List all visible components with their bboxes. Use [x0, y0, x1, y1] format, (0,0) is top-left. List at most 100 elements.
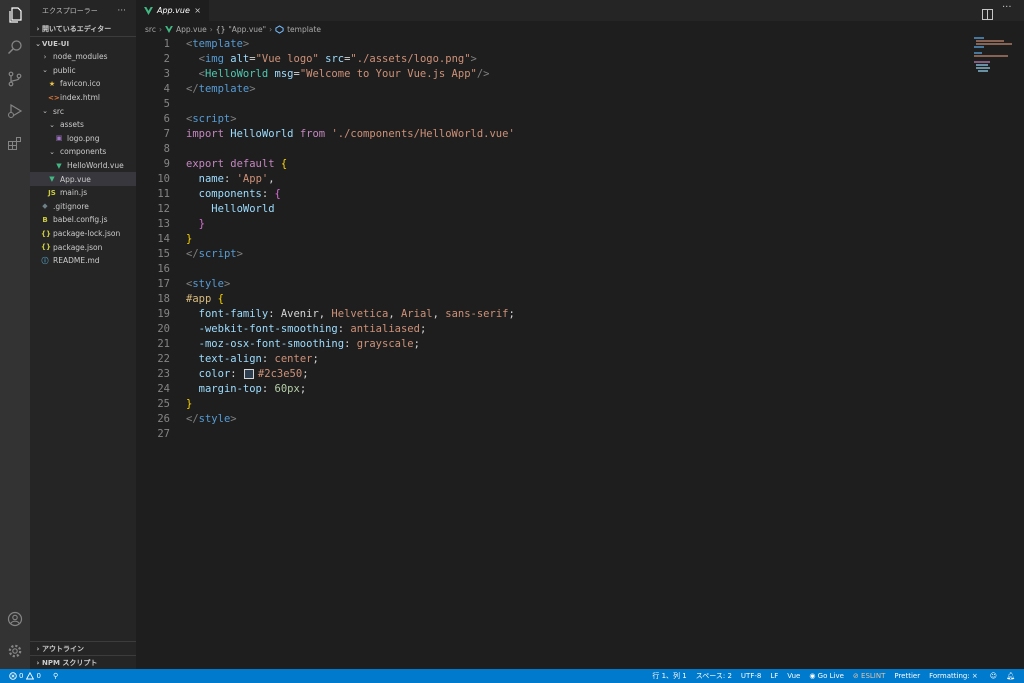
- code-token: src: [325, 53, 345, 65]
- minimap[interactable]: [972, 37, 1020, 77]
- breadcrumb-src[interactable]: src: [145, 25, 156, 34]
- code-token: HelloWorld: [211, 203, 275, 215]
- chevron-right-icon: ›: [36, 25, 40, 33]
- indentation[interactable]: スペース: 2: [696, 671, 732, 681]
- code-token: -moz-osx-font-smoothing: [198, 338, 345, 350]
- sidebar-bottom-sections: › アウトライン › NPM スクリプト: [30, 641, 136, 669]
- tree-item[interactable]: ⌄ public: [30, 64, 136, 78]
- tree-item[interactable]: <> index.html: [30, 91, 136, 105]
- file-tree: › node_modules ⌄ public ★ favicon.ico <> index.…: [30, 50, 136, 268]
- npm-scripts-section[interactable]: › NPM スクリプト: [30, 655, 136, 669]
- code-token: :: [261, 353, 275, 365]
- warning-count: 0: [36, 672, 41, 680]
- cursor-position[interactable]: 行 1、列 1: [652, 671, 686, 681]
- language-mode[interactable]: Vue: [787, 672, 800, 680]
- end-of-line[interactable]: LF: [770, 672, 778, 680]
- code-token: :: [261, 383, 275, 395]
- breadcrumb-component[interactable]: "App.vue": [228, 25, 266, 34]
- code-token: ;: [413, 338, 420, 350]
- code-text: color: #2c3e50;: [186, 367, 309, 382]
- search-icon[interactable]: [5, 37, 25, 57]
- breadcrumb-template[interactable]: template: [287, 25, 321, 34]
- extensions-icon[interactable]: [5, 133, 25, 153]
- tab-close-icon[interactable]: ×: [194, 6, 201, 15]
- chevron-right-icon: ›: [158, 24, 162, 34]
- code-token: : Avenir,: [268, 308, 332, 320]
- tab-app-vue[interactable]: App.vue ×: [136, 0, 209, 21]
- chevron-right-icon: ›: [36, 658, 40, 667]
- blocked-icon: ⊘: [852, 672, 859, 680]
- code-token: {: [217, 293, 224, 305]
- code-text: components: {: [186, 187, 281, 202]
- outline-label: アウトライン: [42, 644, 84, 653]
- account-icon[interactable]: [5, 609, 25, 629]
- code-token: ;: [508, 308, 515, 320]
- run-debug-icon[interactable]: [5, 101, 25, 121]
- line-number: 16: [157, 263, 170, 275]
- tree-item[interactable]: Bbabel.config.js: [30, 213, 136, 227]
- more-actions-icon[interactable]: ···: [117, 6, 126, 16]
- code-token: ;: [299, 383, 307, 395]
- vue-file-icon: [165, 25, 173, 33]
- tree-item[interactable]: ◆ .gitignore: [30, 200, 136, 214]
- git-icon: ◆: [42, 202, 48, 211]
- tree-item[interactable]: {} package.json: [30, 240, 136, 254]
- code-token: ,: [268, 173, 275, 185]
- code-token: export: [186, 158, 224, 170]
- json-icon: {}: [41, 229, 51, 238]
- code-token: sans-serif: [445, 308, 509, 320]
- color-swatch[interactable]: [243, 369, 254, 379]
- open-editors-section[interactable]: › 開いているエディター: [30, 22, 136, 36]
- code-token: }: [198, 218, 205, 230]
- go-live-button[interactable]: ◉ Go Live: [809, 672, 844, 680]
- line-number: 15: [157, 248, 170, 260]
- tree-item[interactable]: ⓘ README.md: [30, 254, 136, 268]
- line-number: 6: [163, 113, 170, 125]
- code-token: default: [230, 158, 275, 170]
- prettier-status[interactable]: Prettier: [894, 672, 920, 680]
- code-token: script: [192, 113, 231, 125]
- tree-item[interactable]: ▼ HelloWorld.vue: [30, 159, 136, 173]
- code-editor[interactable]: 1 <template> 2 <img alt="Vue logo" src="./…: [136, 37, 1024, 669]
- tree-item[interactable]: ⌄ components: [30, 145, 136, 159]
- outline-section[interactable]: › アウトライン: [30, 641, 136, 655]
- tree-item[interactable]: › node_modules: [30, 50, 136, 64]
- settings-gear-icon[interactable]: [5, 641, 25, 661]
- chevron-right-icon: ›: [269, 24, 273, 34]
- tree-item[interactable]: JS main.js: [30, 186, 136, 200]
- tree-item[interactable]: ▼ App.vue: [30, 172, 136, 186]
- code-text: margin-top: 60px;: [186, 382, 307, 397]
- more-actions-icon[interactable]: ···: [1002, 2, 1012, 13]
- problems-indicator[interactable]: 0 0: [9, 672, 41, 680]
- source-control-icon[interactable]: [5, 69, 25, 89]
- chevron-right-icon: ›: [43, 52, 47, 61]
- breadcrumb-file[interactable]: App.vue: [176, 25, 207, 34]
- code-token: }: [186, 398, 193, 410]
- tree-item[interactable]: {} package-lock.json: [30, 227, 136, 241]
- line-number: 20: [157, 323, 170, 335]
- tree-item[interactable]: ⌄ src: [30, 104, 136, 118]
- project-section[interactable]: ⌄ VUE-UI: [30, 36, 136, 50]
- tree-item[interactable]: ★ favicon.ico: [30, 77, 136, 91]
- encoding[interactable]: UTF-8: [741, 672, 761, 680]
- explorer-icon[interactable]: [5, 5, 25, 25]
- feedback-icon[interactable]: ☺: [990, 672, 997, 680]
- code-text: -webkit-font-smoothing: antialiased;: [186, 322, 427, 337]
- eslint-status[interactable]: ⊘ ESLINT: [853, 672, 885, 680]
- code-token: >: [470, 53, 477, 65]
- babel-icon: B: [42, 215, 48, 224]
- code-token: antialiased: [350, 323, 420, 335]
- notifications-bell-icon[interactable]: 🔔︎: [1006, 672, 1015, 680]
- tree-item[interactable]: ▣ logo.png: [30, 132, 136, 146]
- code-token: HelloWorld: [230, 128, 294, 140]
- port-icon[interactable]: ⚲: [53, 672, 58, 680]
- code-token: "./assets/logo.png": [350, 53, 471, 65]
- formatting-status[interactable]: Formatting: ×: [929, 672, 978, 680]
- tree-item[interactable]: ⌄ assets: [30, 118, 136, 132]
- code-token: -webkit-font-smoothing: [198, 323, 338, 335]
- line-number: 1: [163, 38, 170, 50]
- json-icon: {}: [41, 243, 51, 252]
